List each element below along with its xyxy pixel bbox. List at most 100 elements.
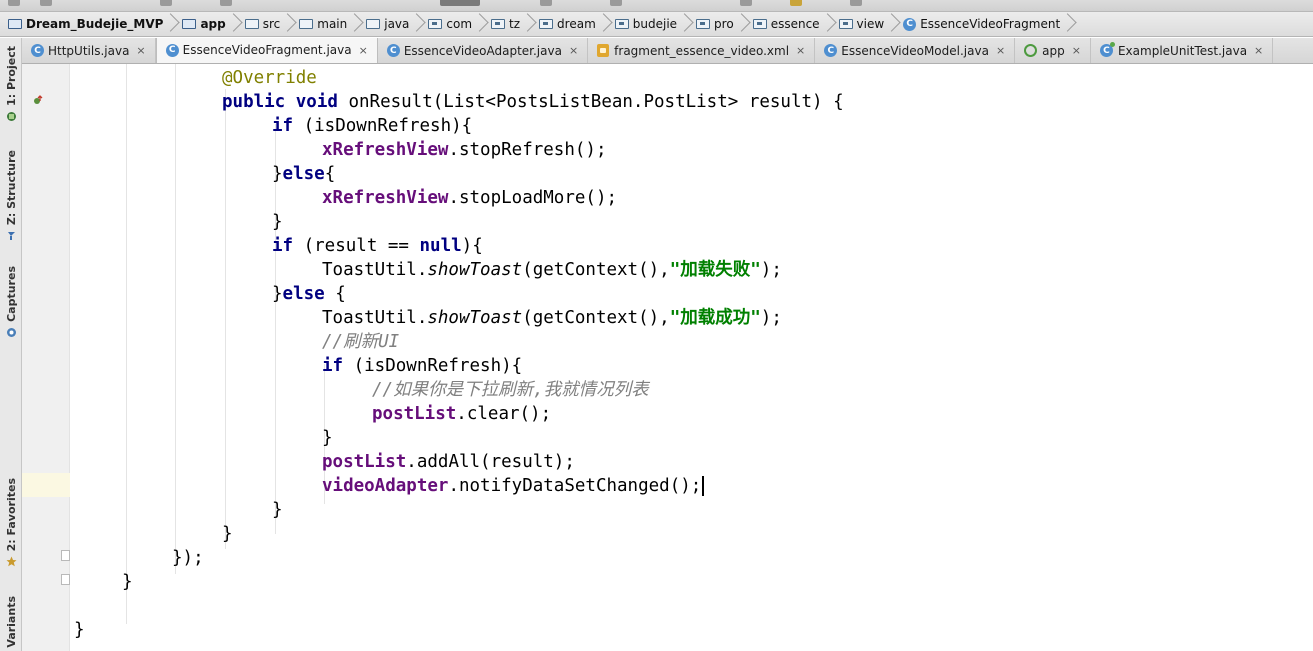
toolbar-button[interactable]: [790, 0, 802, 6]
breadcrumb-separator-icon: [739, 12, 747, 36]
override-method-icon[interactable]: [33, 95, 43, 105]
project-folder-icon: [8, 19, 22, 29]
code-text: {: [324, 284, 346, 304]
code-line: }else{: [272, 162, 335, 186]
tab-essencevideomodel[interactable]: C EssenceVideoModel.java ×: [815, 38, 1016, 63]
folder-icon: [244, 19, 259, 29]
code-text: }: [272, 284, 283, 304]
breadcrumb-main[interactable]: main: [299, 12, 366, 36]
breadcrumb: Dream_Budejie_MVP app src main java com …: [0, 12, 1313, 37]
close-icon[interactable]: ×: [996, 44, 1005, 57]
tab-httputils[interactable]: C HttpUtils.java ×: [22, 38, 156, 63]
main-toolbar: [0, 0, 1313, 12]
module-folder-icon: [182, 19, 197, 29]
breadcrumb-separator-icon: [352, 12, 360, 36]
tool-window-build-variants[interactable]: d Variants: [1, 596, 21, 651]
indent-guide: [225, 89, 226, 549]
class-icon: C: [31, 44, 44, 57]
breadcrumb-pro[interactable]: pro: [696, 12, 753, 36]
package-icon: [614, 19, 629, 29]
breadcrumb-class[interactable]: C EssenceVideoFragment: [903, 12, 1079, 36]
code-editor[interactable]: @Override public void onResult(List<Post…: [70, 64, 1313, 651]
breadcrumb-essence[interactable]: essence: [752, 12, 839, 36]
toolbar-button[interactable]: [40, 0, 52, 6]
project-icon: [6, 111, 16, 121]
code-line: }: [322, 426, 333, 450]
breadcrumb-module[interactable]: app: [182, 12, 244, 36]
toolbar-button[interactable]: [540, 0, 552, 6]
code-text: .stopRefresh();: [448, 140, 607, 160]
tab-exampleunittest[interactable]: C ExampleUnitTest.java ×: [1091, 38, 1274, 63]
class-icon: C: [165, 43, 179, 57]
breadcrumb-label: Dream_Budejie_MVP: [26, 17, 164, 31]
tool-window-structure[interactable]: Z: Structure: [1, 150, 21, 241]
breadcrumb-view[interactable]: view: [838, 12, 904, 36]
tool-window-favorites[interactable]: 2: Favorites: [1, 478, 21, 567]
tab-essencevideofragment[interactable]: C EssenceVideoFragment.java ×: [155, 38, 378, 63]
close-icon[interactable]: ×: [359, 44, 368, 57]
breadcrumb-label: EssenceVideoFragment: [920, 17, 1061, 31]
keyword: if: [272, 116, 294, 136]
tab-fragment-essence-video-xml[interactable]: fragment_essence_video.xml ×: [588, 38, 816, 63]
field-reference: postList: [322, 452, 407, 472]
breadcrumb-dream[interactable]: dream: [539, 12, 615, 36]
string-literal: "加载失败": [669, 260, 761, 280]
breadcrumb-separator-icon: [414, 12, 422, 36]
toolbar-button[interactable]: [160, 0, 172, 6]
code-text: }: [74, 620, 85, 640]
tool-window-label: Captures: [4, 266, 18, 322]
run-config-selector[interactable]: [440, 0, 480, 6]
code-line: }: [272, 498, 283, 522]
toolbar-button[interactable]: [850, 0, 862, 6]
close-icon[interactable]: ×: [796, 44, 805, 57]
fold-marker-icon[interactable]: [61, 574, 70, 585]
tool-window-label: 2: Favorites: [4, 478, 18, 552]
breadcrumb-label: budejie: [632, 17, 678, 31]
close-icon[interactable]: ×: [1254, 44, 1263, 57]
tab-essencevideoadapter[interactable]: C EssenceVideoAdapter.java ×: [378, 38, 589, 63]
code-text: .notifyDataSetChanged();: [448, 476, 702, 496]
breadcrumb-tz[interactable]: tz: [491, 12, 539, 36]
breadcrumb-com[interactable]: com: [428, 12, 491, 36]
close-icon[interactable]: ×: [569, 44, 578, 57]
package-icon: [491, 19, 506, 29]
breadcrumb-label: tz: [509, 17, 521, 31]
tab-app[interactable]: app ×: [1015, 38, 1091, 63]
string-literal: "加载成功": [669, 308, 761, 328]
fold-marker-icon[interactable]: [61, 550, 70, 561]
close-icon[interactable]: ×: [1072, 44, 1081, 57]
code-text: });: [172, 548, 204, 568]
breadcrumb-separator-icon: [168, 12, 176, 36]
breadcrumb-project[interactable]: Dream_Budejie_MVP: [8, 12, 182, 36]
toolbar-button[interactable]: [740, 0, 752, 6]
breadcrumb-separator-icon: [825, 12, 833, 36]
close-icon[interactable]: ×: [136, 44, 145, 57]
tool-window-project[interactable]: 1: Project: [1, 46, 21, 122]
android-app-icon: [1024, 44, 1038, 57]
code-text: (getContext(),: [522, 308, 670, 328]
breadcrumb-budejie[interactable]: budejie: [614, 12, 696, 36]
breadcrumb-java[interactable]: java: [366, 12, 428, 36]
code-text: ToastUtil.: [322, 308, 428, 328]
breadcrumb-label: src: [262, 17, 281, 31]
tab-label: app: [1042, 43, 1065, 58]
class-icon: C: [824, 44, 838, 57]
toolbar-button[interactable]: [8, 0, 20, 6]
editor-gutter[interactable]: [22, 64, 70, 651]
breadcrumb-separator-icon: [682, 12, 690, 36]
keyword: else: [282, 164, 325, 184]
code-text: (getContext(),: [522, 260, 670, 280]
toolbar-button[interactable]: [610, 0, 622, 6]
code-line: //刷新UI: [322, 330, 399, 354]
xml-file-icon: [597, 44, 610, 57]
toolbar-button[interactable]: [220, 0, 232, 6]
breadcrumb-label: dream: [557, 17, 596, 31]
text-caret: [702, 476, 705, 496]
code-text: ){: [461, 236, 483, 256]
breadcrumb-separator-icon: [231, 12, 239, 36]
breadcrumb-src[interactable]: src: [244, 12, 300, 36]
camera-icon: [6, 327, 16, 337]
code-text: (isDownRefresh){: [343, 356, 523, 376]
tool-window-captures[interactable]: Captures: [1, 266, 21, 338]
package-icon: [838, 19, 853, 29]
